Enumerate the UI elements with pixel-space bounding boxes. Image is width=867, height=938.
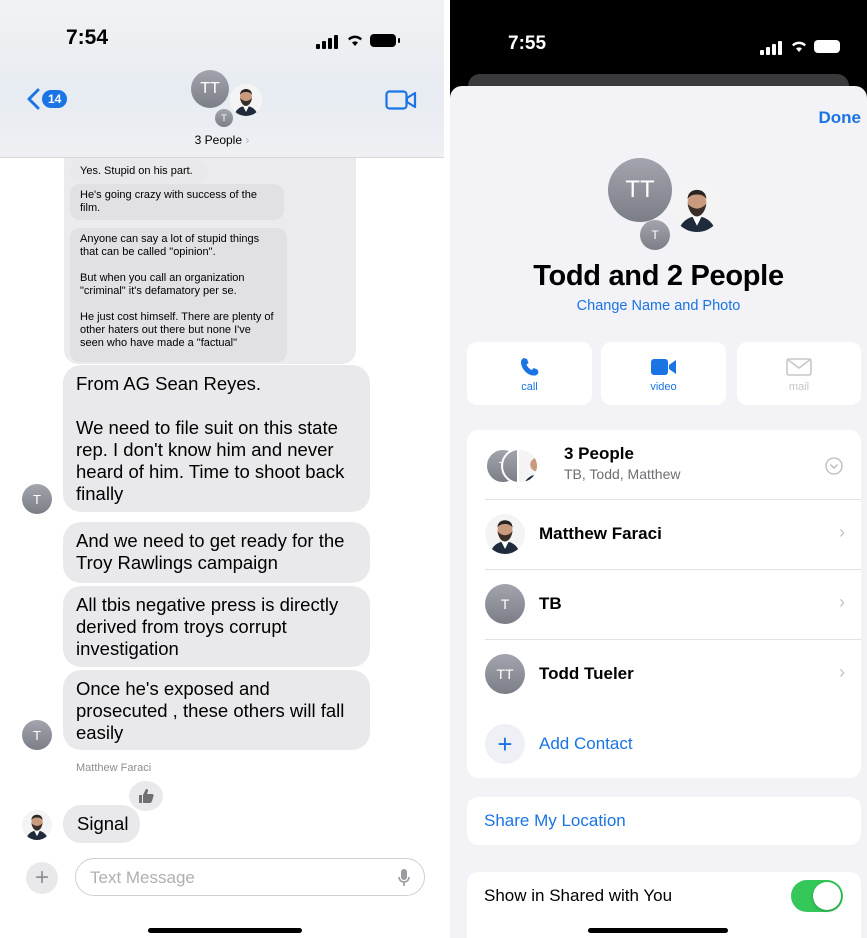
done-button[interactable]: Done	[819, 108, 862, 128]
video-call-icon[interactable]	[385, 90, 417, 110]
tb-avatar: T	[485, 584, 525, 624]
todd-avatar: TT	[485, 654, 525, 694]
chevron-right-icon: ›	[839, 592, 845, 612]
message-bubble[interactable]: Anyone can say a lot of stupid things th…	[70, 228, 287, 362]
group-avatar-button[interactable]: TT T	[188, 70, 268, 140]
video-button[interactable]: video	[601, 342, 726, 405]
thumbs-up-icon	[139, 789, 154, 803]
message-bubble[interactable]: All tbis negative press is directly deri…	[63, 586, 370, 667]
message-input[interactable]: Text Message	[75, 858, 425, 896]
members-summary-subtitle: TB, Todd, Matthew	[564, 466, 681, 482]
conversation-details-screen: 7:55 Done TT T Todd and 2 People Change …	[450, 0, 867, 938]
title-chevron-icon: ›	[245, 133, 250, 147]
members-card: T 3 People TB, Todd, Matthew Matthew Far…	[467, 430, 861, 778]
chevron-down-circle-icon[interactable]	[825, 457, 843, 475]
group-avatar-initials: TT	[191, 70, 229, 108]
group-avatar-large[interactable]: TT	[608, 158, 672, 222]
message-bubble[interactable]: And we need to get ready for the Troy Ra…	[63, 522, 370, 583]
person-photo-icon	[485, 514, 525, 554]
member-name: Todd Tueler	[539, 664, 634, 683]
status-time: 7:55	[508, 33, 547, 54]
sender-avatar[interactable]: T	[22, 720, 52, 750]
sender-name-label: Matthew Faraci	[76, 762, 152, 774]
change-name-photo-link[interactable]: Change Name and Photo	[450, 298, 867, 314]
member-name: Matthew Faraci	[539, 524, 662, 543]
member-row-matthew[interactable]: Matthew Faraci ›	[467, 500, 861, 570]
toggle-knob	[813, 882, 841, 910]
message-bubble[interactable]: Signal	[63, 805, 140, 843]
plus-button[interactable]: +	[26, 862, 58, 894]
signal-icon	[760, 37, 784, 55]
person-photo-icon	[230, 84, 262, 116]
member-row-todd[interactable]: TT Todd Tueler ›	[467, 640, 861, 710]
chevron-right-icon: ›	[839, 522, 845, 542]
home-indicator	[588, 928, 728, 933]
back-button[interactable]: 14	[26, 88, 68, 110]
mail-icon	[786, 358, 812, 376]
conversation-title[interactable]: 3 People ›	[0, 133, 444, 147]
wifi-icon	[348, 35, 362, 46]
group-name: Todd and 2 People	[533, 260, 784, 292]
chevron-right-icon: ›	[839, 662, 845, 682]
add-contact-label: Add Contact	[539, 734, 633, 753]
status-icons	[760, 37, 840, 55]
member-avatar-stack-3	[517, 448, 539, 484]
message-bubble[interactable]: From AG Sean Reyes. We need to file suit…	[63, 365, 370, 512]
call-button[interactable]: call	[467, 342, 592, 405]
signal-icon	[316, 31, 340, 49]
messages-conversation-screen: 7:54 14 TT T 3 People › Yes. Stupid on h…	[0, 0, 444, 938]
shared-with-you-label: Show in Shared with You	[484, 886, 673, 905]
matthew-avatar-photo	[672, 182, 722, 232]
battery-icon	[370, 33, 400, 47]
share-location-card[interactable]: Share My Location	[467, 797, 861, 845]
sender-avatar[interactable]: T	[22, 484, 52, 514]
status-icons	[316, 31, 400, 49]
chevron-left-icon	[27, 88, 40, 110]
message-bubble[interactable]: Yes. Stupid on his part.	[70, 160, 208, 183]
person-photo-icon	[22, 810, 52, 840]
battery-icon	[814, 39, 840, 53]
thumbs-up-reaction[interactable]	[129, 781, 163, 811]
members-summary-row[interactable]: T 3 People TB, Todd, Matthew	[467, 430, 861, 500]
add-contact-icon: +	[485, 724, 525, 764]
matthew-avatar	[485, 514, 525, 554]
mail-button[interactable]: mail	[737, 342, 861, 405]
unread-badge: 14	[42, 90, 68, 108]
member-avatar-small: T	[215, 109, 233, 127]
members-summary-title: 3 People	[564, 444, 634, 463]
wifi-icon	[792, 41, 806, 52]
matthew-avatar-photo	[230, 84, 262, 116]
add-contact-row[interactable]: + Add Contact	[467, 710, 861, 780]
member-avatar-small: T	[640, 220, 670, 250]
message-input-placeholder: Text Message	[90, 868, 195, 887]
person-photo-icon	[672, 182, 722, 232]
message-bubble[interactable]: Once he's exposed and prosecuted , these…	[63, 670, 370, 750]
message-bubble[interactable]: He's going crazy with success of the fil…	[70, 184, 284, 220]
microphone-icon[interactable]	[398, 868, 410, 888]
member-row-tb[interactable]: T TB ›	[467, 570, 861, 640]
member-name: TB	[539, 594, 562, 613]
shared-with-you-toggle[interactable]	[791, 880, 843, 912]
share-location-link[interactable]: Share My Location	[484, 811, 626, 831]
matthew-sender-avatar[interactable]	[22, 810, 52, 840]
status-time: 7:54	[66, 26, 109, 49]
home-indicator	[148, 928, 302, 933]
conversation-header: 7:54 14 TT T 3 People ›	[0, 0, 444, 158]
video-icon	[650, 359, 676, 375]
phone-icon	[520, 358, 538, 376]
